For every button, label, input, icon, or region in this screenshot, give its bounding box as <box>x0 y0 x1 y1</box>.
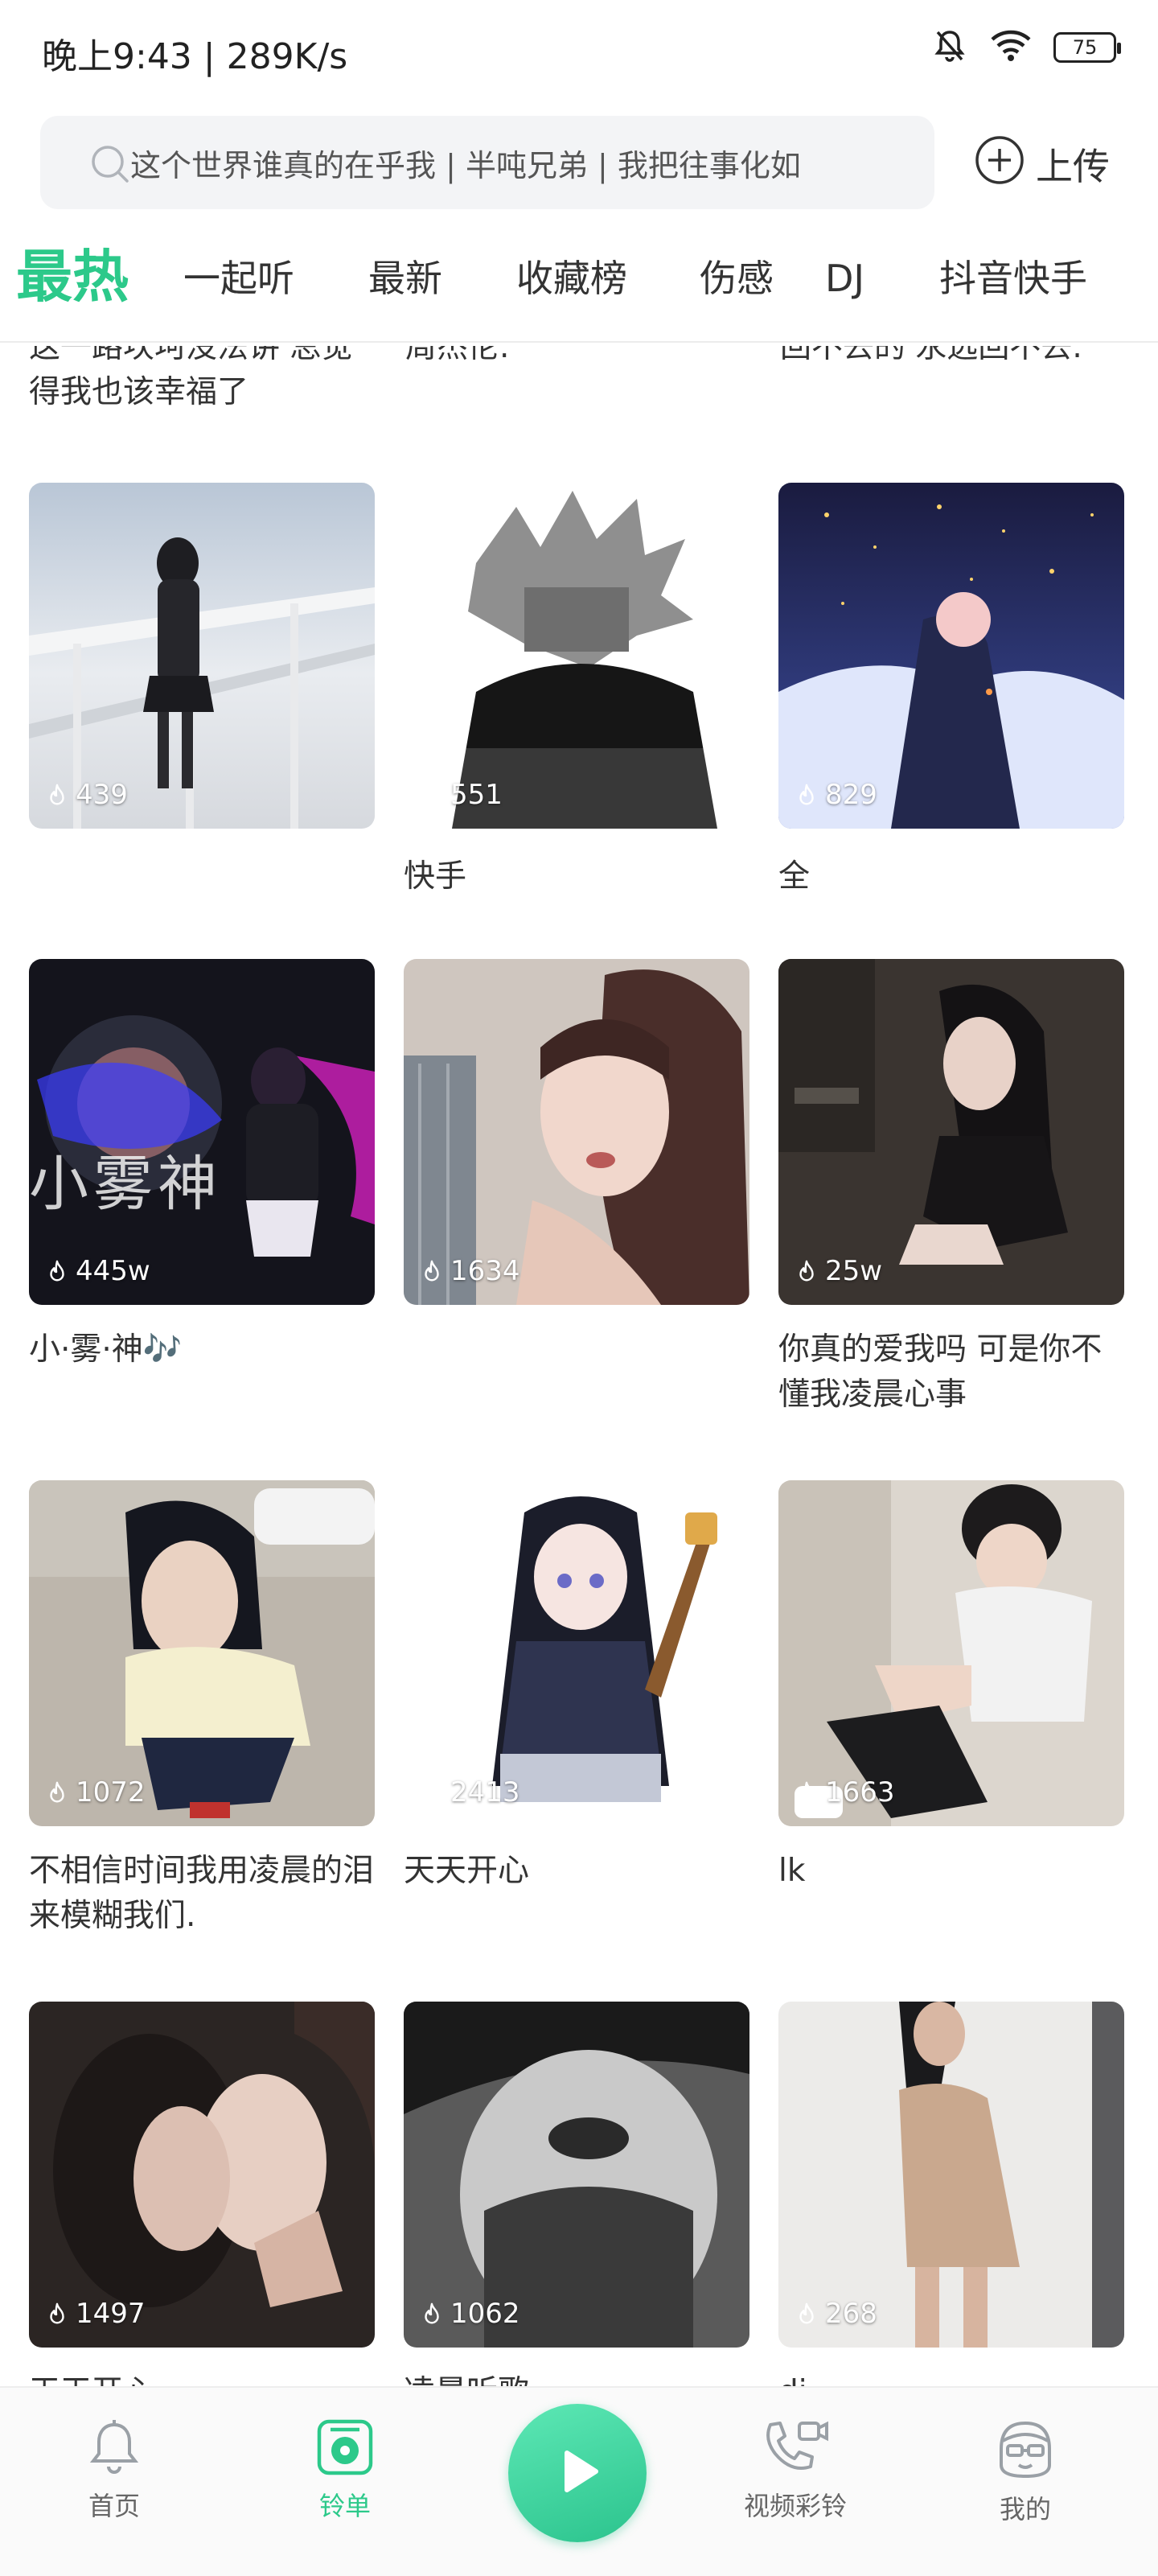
tab-dj[interactable]: DJ <box>825 238 864 333</box>
playlist-title: 天天开心 <box>404 1853 530 1889</box>
flame-icon <box>420 1259 444 1283</box>
disc-icon <box>285 2417 405 2478</box>
playlist-title: 小·雾·神🎶 <box>29 1331 183 1368</box>
search-query-text: 这个世界谁真的在乎我 | 半吨兄弟 | 我把往事化如 <box>130 147 801 183</box>
tab-listen-together[interactable]: 一起听 <box>183 238 294 333</box>
playlist-title: 全 <box>778 858 811 895</box>
flame-icon <box>795 2302 819 2326</box>
status-icons: 75 <box>931 27 1121 68</box>
tab-newest[interactable]: 最新 <box>368 238 442 333</box>
nav-video-ringtone-label: 视频彩铃 <box>743 2491 847 2521</box>
add-circle-icon <box>975 135 1025 194</box>
flame-icon <box>420 783 444 807</box>
playlist-cover[interactable]: 1634 <box>404 959 749 1305</box>
nav-home-label: 首页 <box>88 2491 140 2521</box>
tab-divider <box>0 341 1158 343</box>
cover-overlay-text: 小雾神 <box>29 1150 222 1219</box>
nav-mine-label: 我的 <box>999 2494 1051 2525</box>
nav-playlist[interactable]: 铃单 <box>285 2417 405 2523</box>
partial-caption: 这一路坎坷没法讲 总觉得我也该幸福了 <box>29 329 353 410</box>
flame-icon <box>45 2302 69 2326</box>
play-count: 1497 <box>45 2298 146 2330</box>
category-tabs: 最热 一起听 最新 收藏榜 伤感 DJ 抖音快手 <box>0 238 1158 333</box>
playlist-cover[interactable]: 551 <box>404 483 749 829</box>
nav-playlist-label: 铃单 <box>318 2491 371 2521</box>
nav-video-ringtone[interactable]: 视频彩铃 <box>735 2417 856 2523</box>
play-count: 829 <box>795 779 877 811</box>
playlist-cover[interactable]: 小雾神 445w <box>29 959 375 1305</box>
playlist-title: 你真的爱我吗 可是你不懂我凌晨心事 <box>778 1331 1103 1413</box>
wifi-icon <box>989 28 1033 67</box>
flame-icon <box>795 1780 819 1804</box>
status-time: 晚上9:43 | 289K/s <box>42 36 348 77</box>
flame-icon <box>795 783 819 807</box>
playlist-cover[interactable]: 439 <box>29 483 375 829</box>
flame-icon <box>45 1259 69 1283</box>
play-button[interactable] <box>508 2404 647 2542</box>
play-count: 2413 <box>420 1776 520 1809</box>
flame-icon <box>420 1780 444 1804</box>
play-count: 445w <box>45 1255 150 1287</box>
play-count: 1634 <box>420 1255 520 1287</box>
phone-video-icon <box>735 2417 856 2478</box>
flame-icon <box>45 1780 69 1804</box>
play-count: 439 <box>45 779 128 811</box>
play-icon <box>549 2443 606 2503</box>
flame-icon <box>420 2302 444 2326</box>
status-bar: 晚上9:43 | 289K/s 75 <box>0 0 1158 100</box>
mute-bell-icon <box>931 27 968 68</box>
nav-home[interactable]: 首页 <box>54 2417 175 2523</box>
play-count: 25w <box>795 1255 882 1287</box>
play-count: 551 <box>420 779 503 811</box>
upload-label: 上传 <box>1036 145 1110 188</box>
upload-button[interactable]: 上传 <box>975 132 1110 196</box>
playlist-cover[interactable]: 1062 <box>404 2002 749 2348</box>
play-count: 1062 <box>420 2298 520 2330</box>
playlist-title: 快手 <box>404 858 467 895</box>
search-icon <box>88 142 130 187</box>
playlist-cover[interactable]: 829 <box>778 483 1124 829</box>
tab-douyin-kuaishou[interactable]: 抖音快手 <box>939 238 1087 333</box>
nav-mine[interactable]: 我的 <box>965 2417 1086 2526</box>
tab-hot[interactable]: 最热 <box>16 238 129 333</box>
flame-icon <box>45 783 69 807</box>
battery-icon: 75 <box>1053 32 1121 63</box>
playlist-cover[interactable]: 1663 <box>778 1480 1124 1826</box>
playlist-title: lk <box>778 1853 806 1889</box>
avatar-glasses-icon <box>965 2417 1086 2481</box>
play-count: 1663 <box>795 1776 895 1809</box>
tab-sad[interactable]: 伤感 <box>700 238 774 333</box>
playlist-cover[interactable]: 25w <box>778 959 1124 1305</box>
playlist-cover[interactable]: 1497 <box>29 2002 375 2348</box>
bell-icon <box>54 2417 175 2478</box>
search-input[interactable]: 这个世界谁真的在乎我 | 半吨兄弟 | 我把往事化如 <box>40 116 934 209</box>
playlist-title: 不相信时间我用凌晨的泪来模糊我们. <box>29 1853 375 1934</box>
play-count: 268 <box>795 2298 877 2330</box>
play-count: 1072 <box>45 1776 146 1809</box>
flame-icon <box>795 1259 819 1283</box>
tab-favorites-chart[interactable]: 收藏榜 <box>516 238 627 333</box>
playlist-cover[interactable]: 268 <box>778 2002 1124 2348</box>
playlist-cover[interactable]: 2413 <box>404 1480 749 1826</box>
playlist-cover[interactable]: 1072 <box>29 1480 375 1826</box>
